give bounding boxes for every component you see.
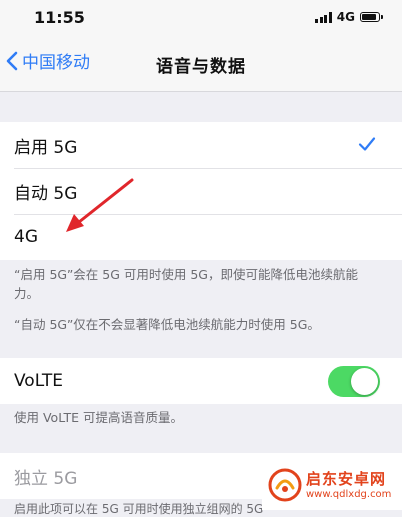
status-bar: 11:55 4G [0, 0, 402, 36]
page-title: 语音与数据 [156, 57, 246, 77]
toggle-knob [351, 368, 378, 395]
watermark-url: www.qdlxdg.com [306, 489, 392, 500]
volte-group: VoLTE [0, 358, 402, 404]
option-label: 4G [14, 227, 38, 247]
cellular-signal-icon [315, 11, 332, 23]
annotation-arrow-icon [66, 178, 134, 232]
volte-toggle[interactable] [328, 366, 380, 397]
battery-icon [360, 12, 383, 22]
network-type: 4G [336, 10, 355, 24]
status-time: 11:55 [34, 8, 85, 27]
volte-note: 使用 VoLTE 可提高语音质量。 [14, 410, 183, 425]
volte-label: VoLTE [14, 371, 63, 391]
standalone-5g-note: 启用此项可以在 5G 可用时使用独立组网的 5G [14, 502, 264, 516]
volte-row: VoLTE [0, 358, 402, 404]
enable-5g-note: “启用 5G”会在 5G 可用时使用 5G，即使可能降低电池续航能力。 [14, 267, 358, 301]
watermark: 启东安卓网 www.qdlxdg.com [262, 462, 402, 510]
standalone-5g-label: 独立 5G [14, 468, 78, 489]
watermark-title: 启东安卓网 [306, 470, 387, 488]
auto-5g-note: “自动 5G”仅在不会显著降低电池续航能力时使用 5G。 [14, 317, 320, 332]
checkmark-icon [358, 137, 376, 151]
option-enable-5g[interactable]: 启用 5G [0, 122, 402, 168]
status-indicators: 4G [315, 10, 383, 24]
watermark-logo-icon [268, 468, 302, 502]
option-label: 启用 5G [14, 137, 78, 158]
navigation-bar: 中国移动 语音与数据 [0, 36, 402, 92]
